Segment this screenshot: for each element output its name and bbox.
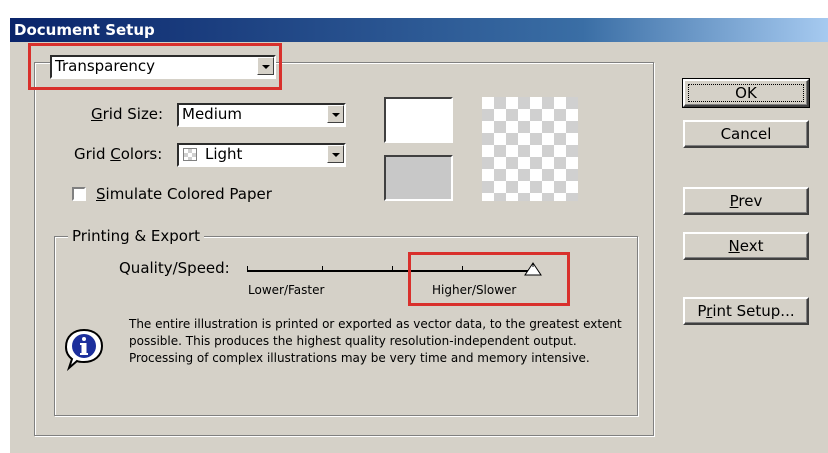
lower-faster-label: Lower/Faster	[248, 283, 325, 297]
simulate-colored-paper-label[interactable]: Simulate Colored Paper	[96, 184, 272, 204]
panel-selector-highlight	[28, 43, 282, 90]
cancel-button[interactable]: Cancel	[683, 120, 809, 148]
grid-colors-dropdown[interactable]: Light	[177, 143, 346, 167]
ok-button[interactable]: OK	[682, 78, 810, 108]
grid-color-swatch-white[interactable]	[384, 97, 453, 143]
grid-size-label: Grid Size:	[91, 105, 164, 123]
dialog-titlebar: Document Setup	[10, 18, 828, 42]
prev-button[interactable]: Prev	[683, 187, 809, 215]
grid-colors-label: Grid Colors:	[74, 145, 163, 163]
slider-tick	[322, 266, 323, 270]
higher-slower-highlight	[408, 252, 570, 306]
grid-size-value: Medium	[182, 105, 242, 123]
slider-tick	[392, 266, 393, 270]
simulate-colored-paper-checkbox[interactable]	[72, 187, 86, 201]
dropdown-arrow-icon[interactable]	[327, 105, 344, 123]
print-setup-button[interactable]: Print Setup...	[683, 297, 809, 325]
grid-colors-value: Light	[205, 145, 243, 163]
grid-color-swatch-gray[interactable]	[384, 155, 453, 201]
dialog-title: Document Setup	[14, 21, 155, 39]
slider-tick	[247, 266, 248, 270]
info-icon	[64, 328, 104, 372]
grid-size-dropdown[interactable]: Medium	[177, 103, 346, 127]
grid-checker-icon	[183, 148, 197, 161]
transparency-grid-preview	[482, 97, 578, 201]
quality-speed-label: Quality/Speed:	[119, 259, 230, 277]
printing-export-legend: Printing & Export	[68, 227, 205, 245]
dropdown-arrow-icon[interactable]	[327, 145, 344, 163]
next-button[interactable]: Next	[683, 232, 809, 260]
quality-description-text: The entire illustration is printed or ex…	[129, 317, 622, 365]
